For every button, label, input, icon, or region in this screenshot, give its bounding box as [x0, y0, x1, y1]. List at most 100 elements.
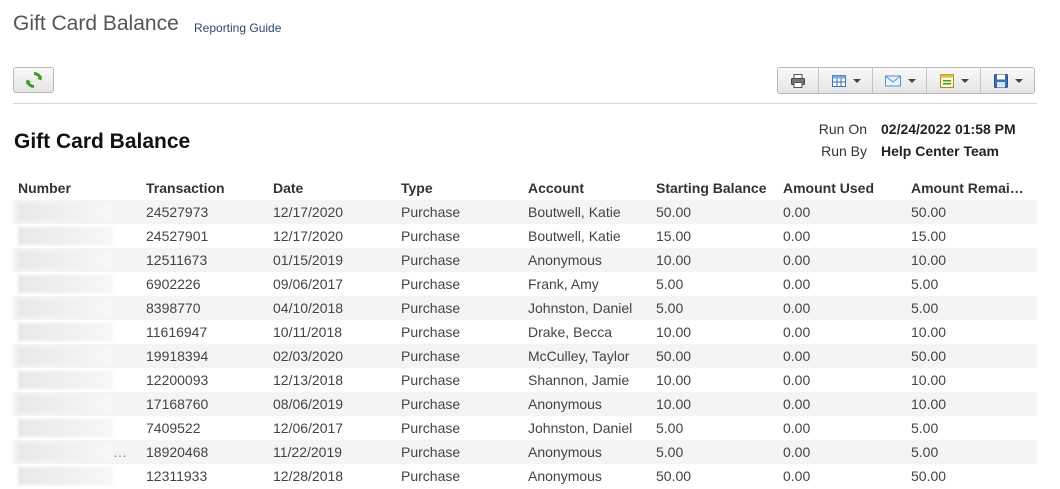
amount-remaining-cell: 5.00 [906, 296, 1037, 320]
report-page: Gift Card Balance Reporting Guide Gift C… [0, 0, 1060, 489]
chevron-down-icon [960, 78, 969, 83]
type-cell: Purchase [401, 324, 461, 340]
transaction-cell: 18920468 [141, 440, 268, 464]
redacted-number [18, 275, 113, 293]
redacted-number [18, 371, 113, 389]
number-cell [13, 248, 141, 272]
starting-balance-cell: 50.00 [651, 344, 778, 368]
column-header-amount-used[interactable]: Amount Used [778, 176, 906, 200]
table-row: 6902226 09/06/2017 Purchase Frank, Amy 5.00 0… [13, 272, 1037, 296]
table-row: 12200093 12/13/2018 Purchase Shannon, Jamie… [13, 368, 1037, 392]
type-cell: Purchase [396, 392, 523, 416]
starting-balance-cell: 50.00 [656, 468, 692, 484]
column-header-number[interactable]: Number [13, 176, 141, 200]
number-cell [13, 200, 141, 224]
print-button[interactable] [778, 68, 818, 93]
date-cell: 09/06/2017 [273, 276, 344, 292]
column-header-type[interactable]: Type [396, 176, 523, 200]
type-cell: Purchase [396, 344, 523, 368]
type-cell: Purchase [396, 440, 523, 464]
amount-used-cell: 0.00 [783, 324, 811, 340]
redacted-number [18, 395, 113, 413]
table-row: … 18920468 11/22/2019 Purchase Anonymous 5.00… [13, 440, 1037, 464]
date-cell: 12/06/2017 [273, 420, 344, 436]
amount-remaining-cell: 50.00 [906, 344, 1037, 368]
redacted-number [18, 443, 113, 461]
account-cell: Frank, Amy [528, 276, 599, 292]
table-row: 17168760 08/06/2019 Purchase Anonymous 10.00… [13, 392, 1037, 416]
column-header-amount-remaining[interactable]: Amount Remai… [906, 176, 1037, 200]
amount-used-cell: 0.00 [783, 276, 811, 292]
amount-used-cell: 0.00 [778, 440, 906, 464]
type-cell: Purchase [401, 468, 461, 484]
starting-balance-cell: 50.00 [651, 200, 778, 224]
table-row: 24527901 12/17/2020 Purchase Boutwell, Kati… [13, 224, 1037, 248]
account-cell: Anonymous [523, 440, 651, 464]
amount-used-cell: 0.00 [783, 420, 811, 436]
type-cell: Purchase [401, 276, 461, 292]
table-row: 24527973 12/17/2020 Purchase Boutwell, Kati… [13, 200, 1037, 224]
amount-used-cell: 0.00 [778, 296, 906, 320]
starting-balance-cell: 5.00 [651, 440, 778, 464]
type-cell: Purchase [396, 296, 523, 320]
transaction-cell: 8398770 [141, 296, 268, 320]
date-cell: 12/17/2020 [273, 228, 344, 244]
table-header-row: Number Transaction Date Type Account Sta… [13, 176, 1037, 200]
column-header-transaction[interactable]: Transaction [141, 176, 268, 200]
starting-balance-cell: 5.00 [651, 296, 778, 320]
account-cell: Anonymous [528, 468, 602, 484]
table-row: 7409522 12/06/2017 Purchase Johnston, Danie… [13, 416, 1037, 440]
refresh-button[interactable] [13, 67, 54, 93]
transaction-cell: 19918394 [141, 344, 268, 368]
date-cell: 10/11/2018 [273, 324, 343, 340]
transaction-cell: 6902226 [146, 276, 201, 292]
starting-balance-cell: 5.00 [656, 276, 684, 292]
account-cell: Boutwell, Katie [528, 228, 621, 244]
redacted-number [18, 347, 113, 365]
reporting-guide-link[interactable]: Reporting Guide [194, 21, 281, 35]
print-icon [791, 73, 805, 88]
date-cell: 12/13/2018 [273, 372, 344, 388]
amount-remaining-cell: 50.00 [906, 200, 1037, 224]
amount-remaining-cell: 10.00 [906, 248, 1037, 272]
table-row: 11616947 10/11/2018 Purchase Drake, Becca 10… [13, 320, 1037, 344]
transaction-cell: 12511673 [141, 248, 268, 272]
save-icon [993, 73, 1008, 88]
transaction-cell: 17168760 [141, 392, 268, 416]
account-cell: Drake, Becca [528, 324, 613, 340]
account-cell: Anonymous [523, 248, 651, 272]
chevron-down-icon [852, 78, 861, 83]
run-by-value: Help Center Team [881, 143, 999, 159]
columns-menu-button[interactable] [818, 68, 872, 93]
amount-remaining-cell: 10.00 [911, 324, 947, 340]
starting-balance-cell: 10.00 [656, 372, 692, 388]
report-title: Gift Card Balance [14, 130, 191, 153]
starting-balance-cell: 10.00 [651, 392, 778, 416]
number-cell [13, 272, 141, 296]
column-header-account[interactable]: Account [523, 176, 651, 200]
amount-used-cell: 0.00 [778, 392, 906, 416]
amount-remaining-cell: 15.00 [911, 228, 947, 244]
amount-remaining-cell: 5.00 [911, 276, 939, 292]
transaction-cell: 7409522 [146, 420, 201, 436]
column-header-date[interactable]: Date [268, 176, 396, 200]
save-menu-button[interactable] [980, 68, 1034, 93]
refresh-icon [25, 71, 42, 89]
email-menu-button[interactable] [872, 68, 926, 93]
transaction-cell: 24527901 [146, 228, 209, 244]
number-cell [13, 320, 141, 344]
column-header-starting-balance[interactable]: Starting Balance [651, 176, 778, 200]
type-cell: Purchase [396, 248, 523, 272]
amount-used-cell: 0.00 [778, 344, 906, 368]
account-cell: Shannon, Jamie [528, 372, 630, 388]
account-cell: Anonymous [523, 392, 651, 416]
amount-remaining-cell: 5.00 [906, 440, 1037, 464]
number-text: … [113, 444, 127, 460]
starting-balance-cell: 15.00 [656, 228, 692, 244]
type-cell: Purchase [401, 420, 461, 436]
date-cell: 12/17/2020 [268, 200, 396, 224]
report-toolbar [777, 67, 1035, 94]
amount-used-cell: 0.00 [778, 248, 906, 272]
export-menu-button[interactable] [926, 68, 980, 93]
number-cell [13, 344, 141, 368]
